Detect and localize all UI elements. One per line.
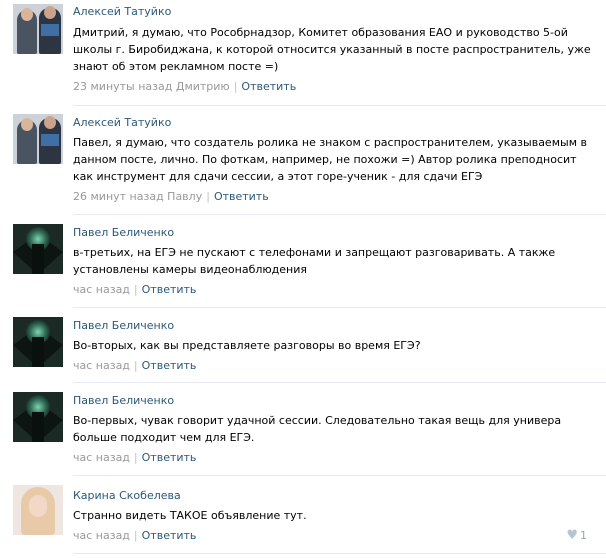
reply-link[interactable]: Ответить xyxy=(142,283,197,296)
separator: | xyxy=(133,529,138,542)
comment-author[interactable]: Павел Беличенко xyxy=(73,319,598,333)
reply-link[interactable]: Ответить xyxy=(214,190,269,203)
user-avatar[interactable] xyxy=(13,317,63,367)
separator: | xyxy=(206,190,210,203)
comment-meta: час назад | Ответить xyxy=(73,283,598,297)
like-button[interactable]: ♥ 1 xyxy=(566,529,587,543)
separator: | xyxy=(133,359,138,372)
comment-timestamp[interactable]: час назад xyxy=(73,283,130,296)
comment-divider xyxy=(73,553,606,554)
comment-author[interactable]: Алексей Татуйко xyxy=(73,116,598,130)
comment-divider xyxy=(73,307,606,308)
comment-timestamp[interactable]: час назад xyxy=(73,359,130,372)
comment-text: в-третьих, на ЕГЭ не пускают с телефонам… xyxy=(73,246,556,276)
comment-text: Во-вторых, как вы представляете разговор… xyxy=(73,339,421,352)
reply-link[interactable]: Ответить xyxy=(142,451,197,464)
reply-link[interactable]: Ответить xyxy=(142,359,197,372)
comment-text: Во-первых, чувак говорит удачной сессии.… xyxy=(73,414,562,444)
user-avatar[interactable] xyxy=(13,4,63,54)
comment-meta: час назад | Ответить ♥ 1 xyxy=(73,529,598,543)
comment-text: Странно видеть ТАКОЕ объявление тут. xyxy=(73,509,307,522)
comment-divider xyxy=(73,475,606,476)
comment-meta: час назад | Ответить xyxy=(73,359,598,373)
comment-text: Павел, я думаю, что создатель ролика не … xyxy=(73,136,587,183)
comment-meta: 23 минуты назад Дмитрию | Ответить xyxy=(73,80,598,94)
comment-timestamp[interactable]: час назад xyxy=(73,451,130,464)
comment-divider xyxy=(73,105,606,106)
reply-link[interactable]: Ответить xyxy=(142,529,197,542)
separator: | xyxy=(133,283,138,296)
user-avatar[interactable] xyxy=(13,114,63,164)
comment-timestamp[interactable]: 23 минуты назад Дмитрию xyxy=(73,80,230,93)
separator: | xyxy=(133,451,138,464)
comment-author[interactable]: Павел Беличенко xyxy=(73,226,598,240)
user-avatar[interactable] xyxy=(13,485,63,535)
comment-text: Дмитрий, я думаю, что Рособрнадзор, Коми… xyxy=(73,26,591,73)
reply-link[interactable]: Ответить xyxy=(241,80,296,93)
like-count: 1 xyxy=(580,529,587,542)
user-avatar[interactable] xyxy=(13,392,63,442)
separator: | xyxy=(233,80,238,93)
heart-icon: ♥ xyxy=(566,528,578,543)
comment-author[interactable]: Павел Беличенко xyxy=(73,394,598,408)
comment-meta: 26 минут назад Павлу | Ответить xyxy=(73,190,598,204)
user-avatar[interactable] xyxy=(13,224,63,274)
comment-author[interactable]: Карина Скобелева xyxy=(73,489,598,503)
comment-timestamp[interactable]: час назад xyxy=(73,529,130,542)
comment-divider xyxy=(73,382,606,383)
comment-timestamp[interactable]: 26 минут назад Павлу xyxy=(73,190,202,203)
comment-divider xyxy=(73,214,606,215)
comment-author[interactable]: Алексей Татуйко xyxy=(73,5,598,19)
comment-meta: час назад | Ответить xyxy=(73,451,598,465)
